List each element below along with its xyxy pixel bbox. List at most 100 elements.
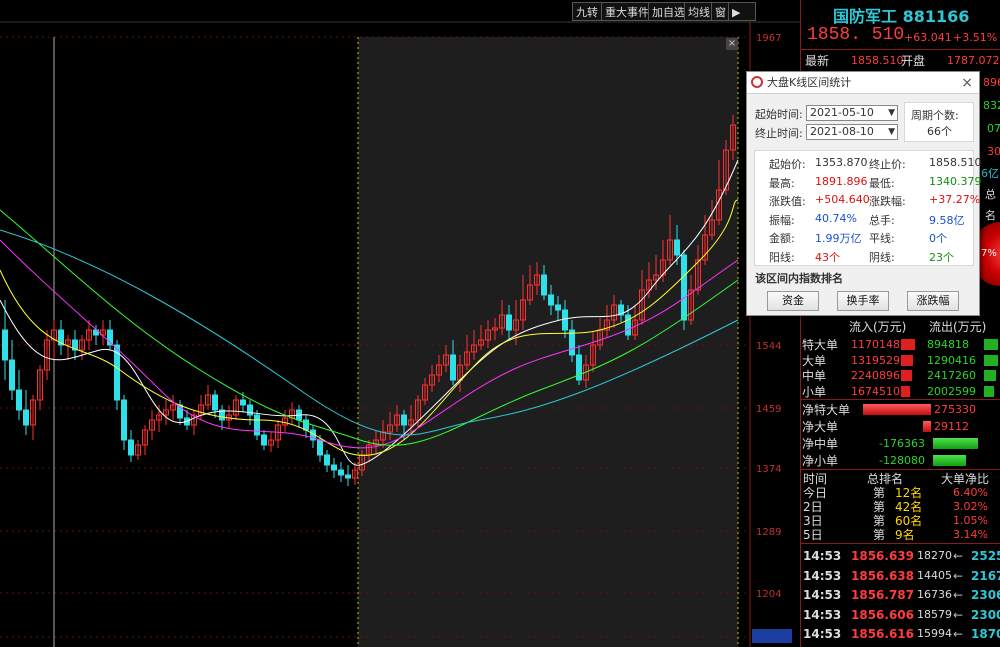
- rank-value: 42名: [895, 500, 923, 514]
- rank-by-fund-button[interactable]: 资金: [767, 291, 819, 311]
- candle-body: [562, 309, 568, 331]
- stat-value: +37.27%: [929, 193, 981, 206]
- stat-value: +504.640: [815, 193, 870, 206]
- end-time-label: 终止时间:: [755, 127, 803, 140]
- dialog-title: 大盘K线区间统计: [767, 76, 852, 89]
- candle-body: [548, 294, 554, 306]
- hidden-value: 6亿: [981, 167, 999, 180]
- rank-prefix: 第: [873, 528, 886, 542]
- candle-body: [338, 469, 344, 476]
- dialog-close-button[interactable]: ×: [961, 72, 973, 94]
- stat-value: 1891.896: [815, 174, 868, 188]
- stat-value: 40.74%: [815, 211, 857, 225]
- y-tick-label: 1967: [756, 33, 781, 44]
- y-tick-label: 1374: [756, 464, 781, 475]
- end-date-select[interactable]: 2021-08-10 ▼: [806, 124, 898, 140]
- y-tick-label: 1459: [756, 404, 781, 415]
- net-flow-row: 净小单 -128080: [801, 452, 1000, 470]
- arrow-left-icon: ←: [953, 549, 964, 563]
- moving-average-button[interactable]: 均线: [684, 2, 714, 21]
- kline-canvas[interactable]: 1967154414591374128912041143: [0, 0, 800, 647]
- app-logo-icon: [751, 76, 763, 88]
- rank-period: 今日: [803, 486, 828, 500]
- candle-body: [128, 439, 134, 456]
- major-events-button[interactable]: 重大事件: [601, 2, 653, 21]
- dialog-title-bar[interactable]: 大盘K线区间统计 ×: [747, 72, 979, 94]
- range-stats-dialog[interactable]: 大盘K线区间统计 × 起始时间: 2021-05-10 ▼ 终止时间: 2021-…: [746, 71, 982, 316]
- chevron-down-icon: ▼: [888, 127, 895, 137]
- nine-turn-button[interactable]: 九转: [572, 2, 602, 21]
- expand-arrow-button[interactable]: ▶: [728, 2, 756, 21]
- candle-body: [450, 354, 456, 381]
- tick-volume: 15994: [917, 627, 952, 640]
- rank-prefix: 第: [873, 500, 886, 514]
- net-inflow-bar: [863, 404, 931, 415]
- candle-body: [506, 314, 512, 331]
- candle-body: [401, 414, 407, 426]
- net-flow-row: 净特大单 275330: [801, 401, 1000, 419]
- rank-period: 2日: [803, 500, 823, 514]
- tick-extra: 1870: [971, 627, 1000, 641]
- y-current-marker: [752, 629, 792, 643]
- open-value: 1787.072: [947, 54, 1000, 67]
- kline-chart[interactable]: 1967154414591374128912041143 九转 重大事件 加自选…: [0, 0, 800, 647]
- inflow-bar: [901, 354, 913, 366]
- close-selection-button[interactable]: ×: [726, 38, 738, 50]
- stat-label: 起始价:: [769, 158, 806, 171]
- tick-row[interactable]: 14:53 1856.639 18270 ← 2525: [801, 547, 1000, 565]
- chevron-down-icon: ▼: [888, 108, 895, 118]
- candle-body: [555, 304, 561, 311]
- tick-time: 14:53: [803, 588, 842, 602]
- index-code: 881166: [902, 7, 970, 26]
- tick-extra: 2167: [971, 568, 1000, 583]
- rank-by-change-button[interactable]: 涨跌幅: [907, 291, 959, 311]
- tick-extra: 2525: [971, 549, 1000, 563]
- stat-label: 终止价:: [869, 158, 906, 171]
- candle-body: [121, 399, 127, 441]
- stat-value: 1340.379: [929, 174, 982, 188]
- flow-label: 小单: [802, 384, 827, 399]
- candle-body: [345, 474, 351, 479]
- stat-value: 1858.510: [929, 156, 982, 169]
- tick-row[interactable]: 14:53 1856.787 16736 ← 2306: [801, 586, 1000, 604]
- inflow-value: 1674510: [851, 384, 900, 398]
- current-price: 1858. 510: [807, 25, 905, 45]
- add-watchlist-button[interactable]: 加自选: [648, 2, 689, 21]
- start-time-label: 起始时间:: [755, 108, 803, 121]
- hidden-value: 总: [985, 188, 996, 201]
- rank-by-turnover-button[interactable]: 换手率: [837, 291, 889, 311]
- rank-period: 3日: [803, 514, 823, 528]
- tick-row[interactable]: 14:53 1856.638 14405 ← 2167: [801, 567, 1000, 585]
- outflow-bar: [984, 354, 998, 366]
- net-flow-row: 净中单 -176363: [801, 435, 1000, 453]
- stat-value: 9.58亿: [929, 213, 965, 227]
- selection-region: [358, 37, 738, 647]
- rank-ratio: 6.40%: [953, 486, 988, 499]
- tick-row[interactable]: 14:53 1856.606 18579 ← 2300: [801, 606, 1000, 624]
- candle-body: [2, 329, 8, 361]
- candle-body: [247, 404, 253, 416]
- stat-value: 0个: [929, 232, 947, 245]
- rank-section-title: 该区间内指数排名: [755, 272, 843, 285]
- tick-volume: 18270: [917, 549, 952, 562]
- period-label: 周期个数:: [911, 109, 959, 122]
- open-label: 开盘: [901, 54, 926, 68]
- start-date-select[interactable]: 2021-05-10 ▼: [806, 105, 898, 121]
- net-flow-label: 净小单: [802, 454, 839, 468]
- net-flow-label: 净特大单: [802, 403, 851, 417]
- stat-value: 1.99万亿: [815, 232, 862, 245]
- rank-value: 12名: [895, 486, 923, 500]
- arrow-left-icon: ←: [953, 568, 964, 583]
- rank-ratio: 3.14%: [953, 528, 988, 541]
- arrow-left-icon: ←: [953, 588, 964, 602]
- tick-price: 1856.606: [851, 607, 915, 622]
- latest-label: 最新: [805, 54, 830, 68]
- rank-value: 9名: [895, 528, 915, 542]
- candle-body: [331, 464, 337, 471]
- rank-prefix: 第: [873, 486, 886, 500]
- candle-body: [23, 409, 29, 426]
- net-outflow-bar: [933, 438, 978, 449]
- tick-row[interactable]: 14:53 1856.616 15994 ← 1870: [801, 625, 1000, 643]
- hidden-value: 30: [987, 145, 1000, 158]
- net-flow-label: 净中单: [802, 437, 839, 451]
